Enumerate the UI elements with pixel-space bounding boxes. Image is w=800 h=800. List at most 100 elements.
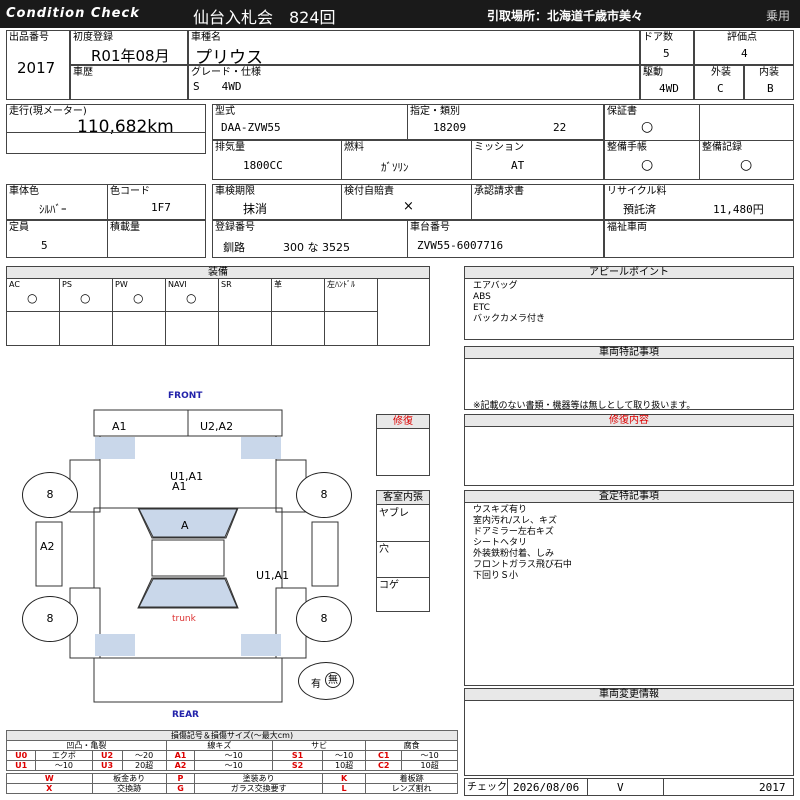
equipment-title: 装備 bbox=[7, 267, 429, 279]
type-row: 型式 DAA-ZVW55 指定・類別 18209 22 bbox=[212, 104, 604, 140]
equipment-item-mark: ○ bbox=[27, 291, 38, 305]
legend-desc: レンズ割れ bbox=[365, 783, 458, 794]
type-value: DAA-ZVW55 bbox=[221, 121, 281, 134]
appeal-line: ABS bbox=[473, 292, 491, 302]
interior-label: 内装 bbox=[759, 67, 779, 78]
mark-windshield: A bbox=[181, 519, 189, 532]
equipment-item: SR bbox=[219, 279, 272, 345]
manual-label: 整備手帳 bbox=[607, 142, 647, 153]
mark-hood-2: A1 bbox=[172, 480, 187, 493]
legend-desc: 〜10 bbox=[194, 760, 274, 771]
equipment-item-mark: ○ bbox=[80, 291, 91, 305]
equipment-item-mark: ○ bbox=[186, 291, 197, 305]
mark-right-side: U1,A1 bbox=[256, 569, 290, 582]
recycle-status: 預託済 bbox=[623, 203, 656, 216]
inspection-note-line: 外装鉄粉付着、しみ bbox=[473, 549, 555, 559]
inspection-label: 車検期限 bbox=[215, 186, 255, 197]
notes-panel: 車両特記事項 ※記載のない書類・機器等は無しとして取り扱います。 bbox=[464, 346, 794, 411]
score-cell: 評価点 4 bbox=[694, 30, 794, 65]
plate-number: 300 な 3525 bbox=[283, 241, 350, 254]
recycle-fee: 11,480円 bbox=[713, 203, 764, 216]
mark-front-left: A1 bbox=[112, 420, 127, 433]
color-code-value: 1F7 bbox=[151, 201, 171, 214]
appeal-title: アピールポイント bbox=[465, 267, 793, 279]
chassis-label: 車台番号 bbox=[410, 222, 450, 233]
exterior-value: C bbox=[717, 82, 724, 95]
repair-content-title: 修復内容 bbox=[465, 415, 793, 427]
legend-code: K bbox=[322, 773, 367, 784]
legend-desc: 10超 bbox=[322, 760, 367, 771]
equipment-item-label: 左ﾊﾝﾄﾞﾙ bbox=[327, 280, 355, 289]
transmission-label: ミッション bbox=[474, 142, 524, 153]
doors-cell: ドア数 5 bbox=[640, 30, 694, 65]
legend-code: S2 bbox=[272, 760, 324, 771]
notes-text: ※記載のない書類・機器等は無しとして取り扱います。 bbox=[473, 401, 696, 411]
legend-code: U0 bbox=[5, 750, 37, 761]
check-mark: V bbox=[617, 781, 624, 794]
header-bar: Condition Check 仙台入札会 824回 引取場所：北海道千歳市美々… bbox=[0, 0, 800, 28]
engine-row: 排気量 1800CC 燃料 ｶﾞｿﾘﾝ ミッション AT bbox=[212, 140, 604, 180]
grade-label: グレード・仕様 bbox=[191, 67, 261, 78]
legend-desc: 〜10 bbox=[194, 750, 274, 761]
legend-desc: エクボ bbox=[35, 750, 93, 761]
inspection-row: 車検期限 抹消 検付自賠責 × 承認請求書 bbox=[212, 184, 604, 220]
manual-mark: ○ bbox=[641, 157, 654, 173]
legend-code: U1 bbox=[5, 760, 37, 771]
equipment-item: 左ﾊﾝﾄﾞﾙ bbox=[325, 279, 378, 345]
legend-code: C2 bbox=[365, 760, 403, 771]
equipment-item-label: SR bbox=[221, 280, 232, 289]
recycle-cell: リサイクル料 預託済 11,480円 bbox=[604, 184, 794, 220]
brand-title: Condition Check bbox=[6, 6, 140, 21]
check-number: 2017 bbox=[759, 781, 786, 794]
legend-desc: ガラス交換要す bbox=[194, 783, 324, 794]
history-cell: 車歴 bbox=[70, 65, 188, 100]
diagram-rear-label: REAR bbox=[172, 710, 199, 720]
warranty-block: 保証書 ○ 整備手帳 ○ 整備記録 ○ bbox=[604, 104, 794, 180]
color-label: 車体色 bbox=[9, 186, 39, 197]
displacement-value: 1800CC bbox=[243, 159, 283, 172]
designation-value: 18209 bbox=[433, 121, 467, 134]
capacity-value: 5 bbox=[41, 239, 48, 252]
legend-code: W bbox=[6, 773, 93, 784]
tire-front-right: 8 bbox=[296, 472, 352, 518]
equipment-table: 装備 AC ○ PS ○ PW ○ NAVI ○ SR 革 左ﾊﾝﾄﾞﾙ bbox=[6, 266, 430, 346]
interior-cell: 内装 B bbox=[744, 65, 794, 100]
legend-title: 損傷記号＆損傷サイズ(〜最大cm) bbox=[6, 730, 458, 741]
lot-number: 2017 bbox=[17, 59, 56, 77]
welfare-label: 福祉車両 bbox=[607, 222, 647, 233]
appeal-line: バックカメラ付き bbox=[473, 314, 546, 324]
legend-desc: 〜20 bbox=[121, 750, 167, 761]
warranty-mark: ○ bbox=[641, 119, 654, 135]
capacity-row: 定員 5 積載量 bbox=[6, 220, 206, 258]
mark-trunk: trunk bbox=[172, 614, 196, 624]
car-diagram: FRONT REAR A1 U2,A2 U1,A1 A1 A A2 U1,A1 bbox=[0, 388, 376, 728]
legend-code: U2 bbox=[91, 750, 123, 761]
type-label: 型式 bbox=[215, 106, 235, 117]
drive-cell: 駆動 4WD bbox=[640, 65, 694, 100]
inspection-value: 抹消 bbox=[243, 202, 268, 216]
appeal-line: ETC bbox=[473, 303, 490, 313]
legend-desc: 〜10 bbox=[35, 760, 93, 771]
repair-box: 修復 bbox=[376, 414, 430, 476]
equipment-item: PW ○ bbox=[113, 279, 166, 345]
check-row: チェック 2026/08/06 V 2017 bbox=[464, 778, 794, 796]
interior-value: B bbox=[767, 82, 774, 95]
service-label: 整備記録 bbox=[702, 142, 742, 153]
change-info-panel: 車両変更情報 bbox=[464, 688, 794, 776]
auction-title: 仙台入札会 824回 bbox=[193, 8, 336, 27]
doors-value: 5 bbox=[663, 47, 670, 60]
cabin-box: 客室内張 ヤブレ 穴 コゲ bbox=[376, 490, 430, 612]
lot-label: 出品番号 bbox=[9, 32, 49, 43]
equipment-item: 革 bbox=[272, 279, 325, 345]
category-label: 乗用 bbox=[766, 9, 791, 23]
inspection-note-line: ウスキズ有り bbox=[473, 505, 528, 515]
plate-label: 登録番号 bbox=[215, 222, 255, 233]
legend-col-dent: 凹凸・亀裂 bbox=[6, 740, 167, 751]
insurance-label: 検付自賠責 bbox=[344, 186, 394, 197]
class-value: 22 bbox=[553, 121, 567, 134]
legend-col-corrosion: 腐食 bbox=[365, 740, 458, 751]
color-code-label: 色コード bbox=[110, 186, 150, 197]
fuel-label: 燃料 bbox=[344, 142, 364, 153]
spare-tire: 有 無 bbox=[298, 662, 354, 700]
plate-row: 登録番号 釧路 300 な 3525 車台番号 ZVW55-6007716 bbox=[212, 220, 604, 258]
